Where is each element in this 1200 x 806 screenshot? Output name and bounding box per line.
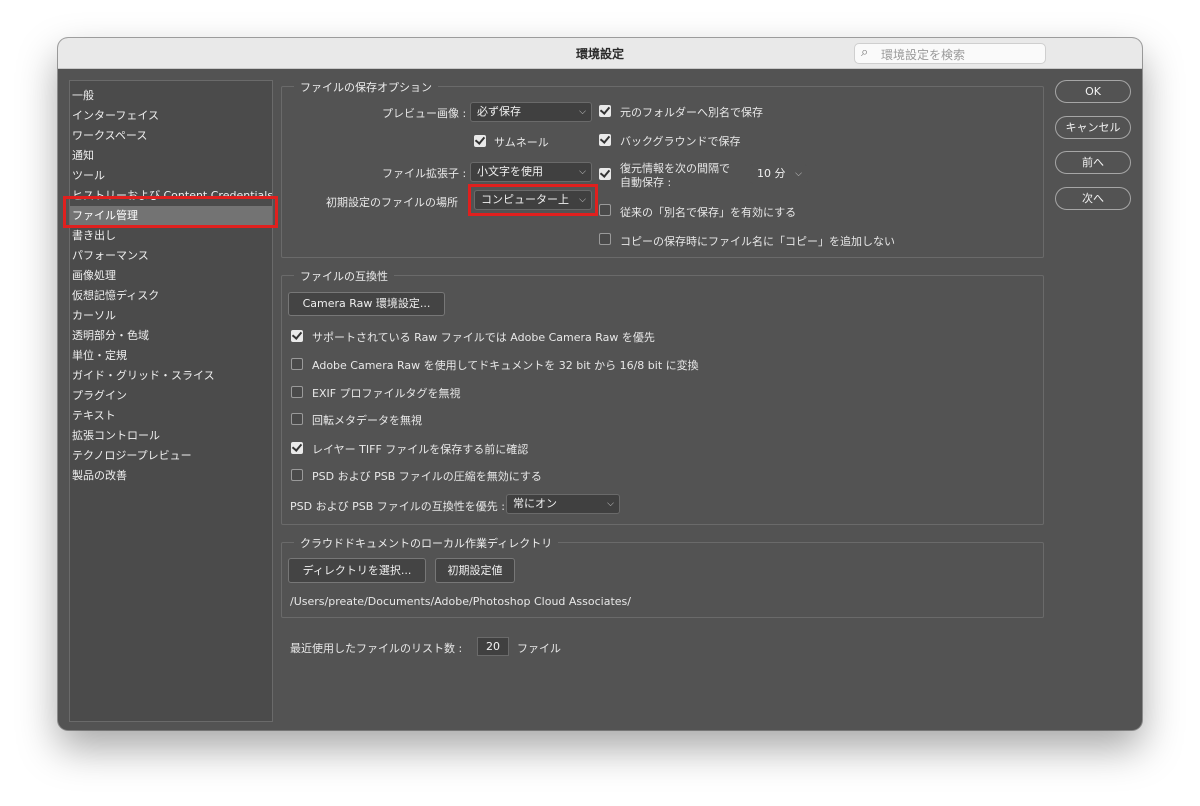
ignore-rotation-label: 回転メタデータを無視 [312, 414, 422, 427]
recent-files-label: 最近使用したファイルのリスト数 : [290, 642, 463, 655]
sidebar-item-notifications[interactable]: 通知 [70, 146, 272, 166]
sidebar-item-tech-previews[interactable]: テクノロジープレビュー [70, 446, 272, 466]
sidebar-highlight-box [63, 196, 278, 228]
legacy-save-as-label: 従来の「別名で保存」を有効にする [620, 206, 797, 219]
save-options-legend: ファイルの保存オプション [294, 79, 438, 95]
preferences-window: 環境設定 ⌕ 環境設定を検索 一般 インターフェイス ワークスペース 通知 ツー… [58, 38, 1142, 730]
sidebar-item-performance[interactable]: パフォーマンス [70, 246, 272, 266]
sidebar-item-guides[interactable]: ガイド・グリッド・スライス [70, 366, 272, 386]
location-highlight-box [468, 184, 598, 216]
autosave-interval-select[interactable]: 10 分 ⌵ [750, 164, 808, 184]
convert-32bit-label: Adobe Camera Raw を使用してドキュメントを 32 bit から … [312, 359, 699, 372]
psd-compat-value: 常にオン [513, 497, 557, 510]
preview-label: プレビュー画像 : [382, 107, 467, 120]
category-sidebar: 一般 インターフェイス ワークスペース 通知 ツール ヒストリーおよび Cont… [69, 80, 273, 722]
search-field[interactable]: ⌕ 環境設定を検索 [854, 43, 1046, 64]
ignore-exif-label: EXIF プロファイルタグを無視 [312, 387, 461, 400]
chevron-down-icon: ⌵ [795, 169, 802, 179]
compatibility-legend: ファイルの互換性 [294, 268, 394, 284]
sidebar-item-cursors[interactable]: カーソル [70, 306, 272, 326]
ok-button[interactable]: OK [1055, 80, 1131, 103]
sidebar-item-tools[interactable]: ツール [70, 166, 272, 186]
autosave-label-line2: 自動保存 : [620, 176, 672, 189]
sidebar-item-type[interactable]: テキスト [70, 406, 272, 426]
thumbnail-checkbox[interactable] [474, 135, 486, 147]
autosave-interval-value: 10 分 [757, 167, 786, 180]
sidebar-item-plugins[interactable]: プラグイン [70, 386, 272, 406]
psd-compat-select[interactable]: 常にオン ⌵ [506, 494, 620, 514]
convert-32bit-checkbox[interactable] [291, 358, 303, 370]
extension-label: ファイル拡張子 : [382, 167, 467, 180]
background-save-checkbox[interactable] [599, 134, 611, 146]
sidebar-item-workspace[interactable]: ワークスペース [70, 126, 272, 146]
cancel-button[interactable]: キャンセル [1055, 116, 1131, 139]
default-directory-button[interactable]: 初期設定値 [435, 558, 515, 583]
sidebar-item-general[interactable]: 一般 [70, 86, 272, 106]
prefer-camera-raw-checkbox[interactable] [291, 330, 303, 342]
recent-files-count-input[interactable]: 20 [477, 637, 509, 656]
sidebar-item-units[interactable]: 単位・定規 [70, 346, 272, 366]
thumbnail-label: サムネール [494, 136, 549, 149]
confirm-layered-tiff-checkbox[interactable] [291, 442, 303, 454]
prev-button[interactable]: 前へ [1055, 151, 1131, 174]
sidebar-item-interface[interactable]: インターフェイス [70, 106, 272, 126]
sidebar-item-transparency[interactable]: 透明部分・色域 [70, 326, 272, 346]
camera-raw-prefs-button[interactable]: Camera Raw 環境設定... [288, 292, 445, 316]
extension-select-value: 小文字を使用 [477, 165, 543, 178]
preview-select[interactable]: 必ず保存 ⌵ [470, 102, 592, 122]
confirm-layered-tiff-label: レイヤー TIFF ファイルを保存する前に確認 [312, 443, 529, 456]
background-save-label: バックグラウンドで保存 [620, 135, 741, 148]
autosave-checkbox[interactable] [599, 168, 611, 180]
sidebar-item-export[interactable]: 書き出し [70, 226, 272, 246]
ignore-exif-checkbox[interactable] [291, 386, 303, 398]
choose-directory-button[interactable]: ディレクトリを選択... [288, 558, 426, 583]
chevron-down-icon: ⌵ [579, 107, 586, 117]
legacy-save-as-checkbox[interactable] [599, 204, 611, 216]
next-button[interactable]: 次へ [1055, 187, 1131, 210]
no-copy-suffix-label: コピーの保存時にファイル名に「コピー」を追加しない [620, 235, 895, 248]
extension-select[interactable]: 小文字を使用 ⌵ [470, 162, 592, 182]
prefer-camera-raw-label: サポートされている Raw ファイルでは Adobe Camera Raw を優… [312, 331, 655, 344]
no-copy-suffix-checkbox[interactable] [599, 233, 611, 245]
save-as-original-checkbox[interactable] [599, 105, 611, 117]
disable-psd-compression-checkbox[interactable] [291, 469, 303, 481]
disable-psd-compression-label: PSD および PSB ファイルの圧縮を無効にする [312, 470, 542, 483]
sidebar-item-image-processing[interactable]: 画像処理 [70, 266, 272, 286]
cloud-docs-legend: クラウドドキュメントのローカル作業ディレクトリ [294, 535, 559, 551]
psd-compat-label: PSD および PSB ファイルの互換性を優先 : [290, 500, 505, 513]
save-as-original-label: 元のフォルダーへ別名で保存 [620, 106, 763, 119]
recent-files-unit: ファイル [517, 642, 561, 655]
cloud-directory-path: /Users/preate/Documents/Adobe/Photoshop … [290, 595, 631, 608]
preview-select-value: 必ず保存 [477, 105, 521, 118]
location-label: 初期設定のファイルの場所 [326, 196, 458, 209]
chevron-down-icon: ⌵ [579, 167, 586, 177]
sidebar-item-enhanced-controls[interactable]: 拡張コントロール [70, 426, 272, 446]
search-placeholder: 環境設定を検索 [881, 48, 966, 62]
title-bar: 環境設定 ⌕ 環境設定を検索 [58, 38, 1142, 69]
sidebar-item-product-improvement[interactable]: 製品の改善 [70, 466, 272, 486]
ignore-rotation-checkbox[interactable] [291, 413, 303, 425]
search-icon: ⌕ [861, 45, 869, 60]
sidebar-item-scratch-disks[interactable]: 仮想記憶ディスク [70, 286, 272, 306]
chevron-down-icon: ⌵ [607, 499, 614, 509]
